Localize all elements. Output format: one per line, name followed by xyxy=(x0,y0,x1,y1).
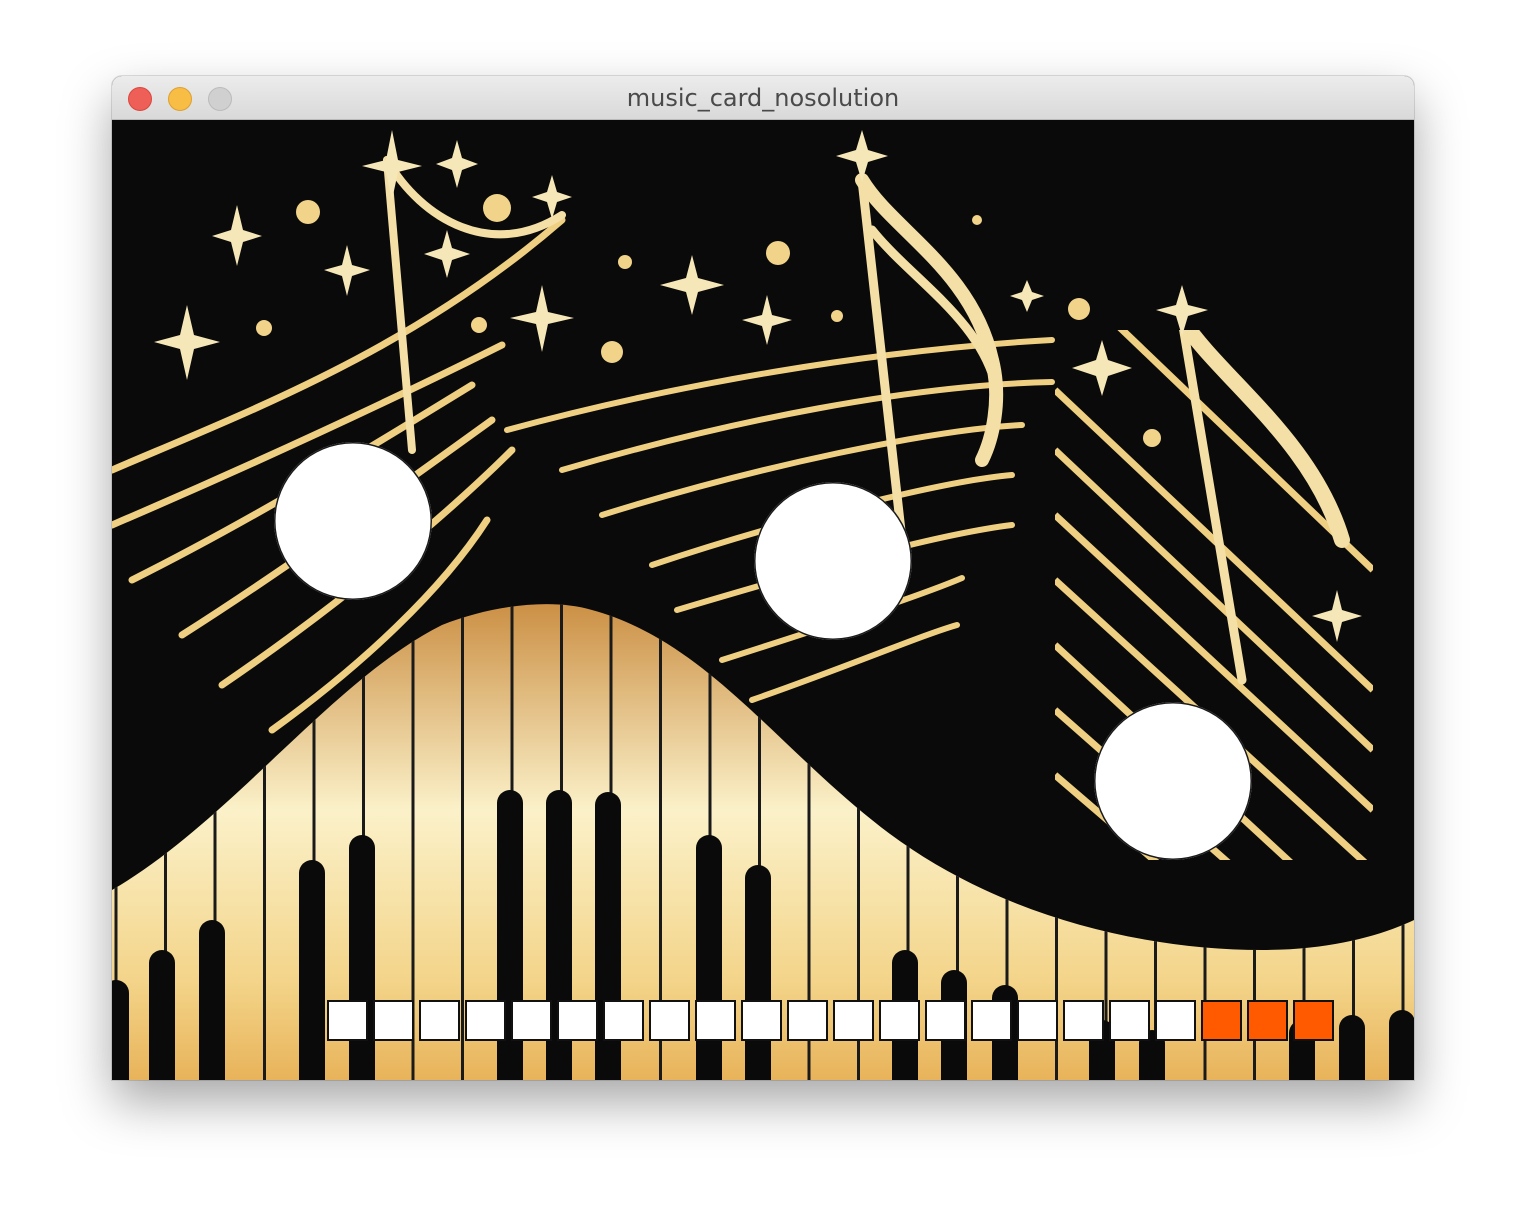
title-bar: music_card_nosolution xyxy=(112,76,1414,120)
progress-slot-empty xyxy=(465,1000,506,1041)
app-window: music_card_nosolution xyxy=(112,76,1414,1080)
progress-slot-empty xyxy=(1109,1000,1150,1041)
hole-3[interactable] xyxy=(1094,702,1252,860)
progress-slot-empty xyxy=(1063,1000,1104,1041)
progress-slot-filled xyxy=(1201,1000,1242,1041)
progress-slot-filled xyxy=(1293,1000,1334,1041)
hole-1[interactable] xyxy=(274,442,432,600)
progress-slot-empty xyxy=(1155,1000,1196,1041)
window-title: music_card_nosolution xyxy=(626,84,900,112)
hole-2[interactable] xyxy=(754,482,912,640)
progress-slot-empty xyxy=(603,1000,644,1041)
progress-slot-empty xyxy=(1017,1000,1058,1041)
progress-slot-empty xyxy=(419,1000,460,1041)
hole-layer xyxy=(112,120,1414,1080)
progress-slot-empty xyxy=(879,1000,920,1041)
progress-slot-empty xyxy=(833,1000,874,1041)
progress-slot-empty xyxy=(925,1000,966,1041)
progress-slot-empty xyxy=(557,1000,598,1041)
progress-slot-empty xyxy=(787,1000,828,1041)
progress-slot-empty xyxy=(695,1000,736,1041)
progress-slot-empty xyxy=(649,1000,690,1041)
progress-slot-empty xyxy=(971,1000,1012,1041)
progress-slot-empty xyxy=(373,1000,414,1041)
music-card-canvas[interactable] xyxy=(112,120,1414,1080)
progress-slot-filled xyxy=(1247,1000,1288,1041)
progress-slot-empty xyxy=(741,1000,782,1041)
progress-slots xyxy=(327,1000,1334,1042)
progress-slot-empty xyxy=(327,1000,368,1041)
progress-slot-empty xyxy=(511,1000,552,1041)
